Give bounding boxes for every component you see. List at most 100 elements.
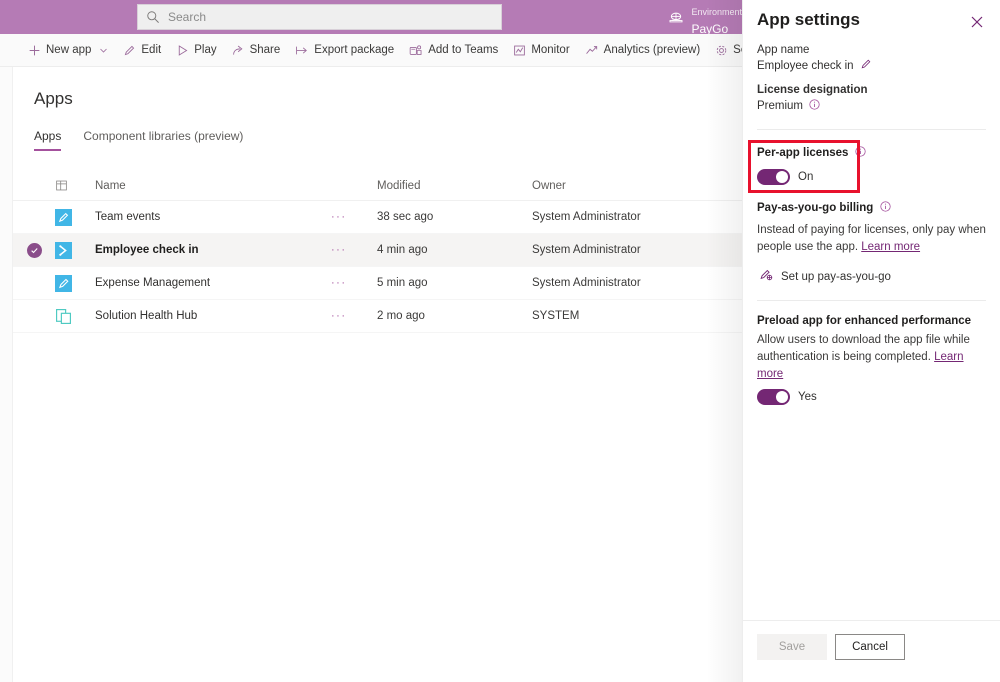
- export-package-button[interactable]: Export package: [295, 34, 394, 67]
- toggle-knob: [776, 391, 788, 403]
- paygo-description-wrap: Instead of paying for licenses, only pay…: [757, 222, 986, 255]
- preload-toggle-row: Yes: [757, 389, 986, 405]
- row-more-actions[interactable]: ···: [331, 310, 377, 322]
- search-input[interactable]: Search: [137, 4, 502, 30]
- per-app-licenses-header: Per-app licenses: [757, 144, 986, 162]
- chevron-down-icon: [99, 46, 108, 55]
- row-modified: 38 sec ago: [377, 211, 532, 223]
- paygo-section: Pay-as-you-go billing Instead of paying …: [757, 199, 986, 286]
- play-label: Play: [194, 44, 216, 56]
- info-icon[interactable]: [855, 144, 866, 162]
- app-name-value: Employee check in: [757, 60, 854, 72]
- header-modified[interactable]: Modified: [377, 180, 532, 192]
- preload-description-wrap: Allow users to download the app file whi…: [757, 332, 986, 382]
- toggle-knob: [776, 171, 788, 183]
- edit-label: Edit: [141, 44, 161, 56]
- per-app-licenses-toggle-row: On: [757, 169, 986, 185]
- tab-component-libraries-label: Component libraries (preview): [83, 129, 243, 143]
- panel-footer: Save Cancel: [743, 620, 1000, 682]
- play-button[interactable]: Play: [176, 34, 216, 67]
- canvas-app-icon: [55, 209, 85, 226]
- cancel-button[interactable]: Cancel: [835, 634, 905, 660]
- export-icon: [295, 44, 309, 57]
- app-settings-panel: App settings App name Employee check in …: [742, 0, 1000, 682]
- row-select[interactable]: [27, 243, 55, 258]
- setup-paygo-label: Set up pay-as-you-go: [781, 271, 891, 283]
- monitor-icon: [513, 44, 526, 57]
- row-more-actions[interactable]: ···: [331, 211, 377, 223]
- divider: [757, 129, 986, 130]
- model-app-icon: [55, 308, 85, 325]
- paygo-header: Pay-as-you-go billing: [757, 199, 986, 217]
- license-designation-row: Premium: [757, 97, 986, 115]
- info-icon[interactable]: [880, 199, 891, 217]
- table-row[interactable]: Expense Management ··· 5 min ago System …: [13, 267, 742, 300]
- analytics-icon: [585, 44, 599, 57]
- monitor-label: Monitor: [531, 44, 569, 56]
- table-header-row: Name Modified Owner: [13, 171, 742, 201]
- row-name[interactable]: Solution Health Hub: [85, 310, 331, 322]
- monitor-button[interactable]: Monitor: [513, 34, 569, 67]
- new-app-label: New app: [46, 44, 91, 56]
- main-content: Apps Apps Component libraries (preview) …: [13, 67, 742, 682]
- tab-apps[interactable]: Apps: [34, 129, 61, 151]
- row-modified: 5 min ago: [377, 277, 532, 289]
- per-app-licenses-toggle-label: On: [798, 171, 813, 183]
- preload-toggle-label: Yes: [798, 391, 817, 403]
- analytics-label: Analytics (preview): [604, 44, 701, 56]
- edit-button[interactable]: Edit: [123, 34, 161, 67]
- tab-apps-label: Apps: [34, 129, 61, 143]
- canvas-app-icon: [55, 275, 85, 292]
- divider: [757, 300, 986, 301]
- share-button[interactable]: Share: [232, 34, 281, 67]
- preload-header: Preload app for enhanced performance: [757, 315, 986, 327]
- canvas-app-icon: [55, 242, 85, 259]
- pencil-icon[interactable]: [860, 57, 872, 75]
- environment-label: Environment: [691, 7, 742, 17]
- setup-paygo-link[interactable]: Set up pay-as-you-go: [757, 267, 986, 286]
- row-more-actions[interactable]: ···: [331, 244, 377, 256]
- row-modified: 2 mo ago: [377, 310, 532, 322]
- row-more-actions[interactable]: ···: [331, 277, 377, 289]
- table-row[interactable]: Solution Health Hub ··· 2 mo ago SYSTEM: [13, 300, 742, 333]
- analytics-button[interactable]: Analytics (preview): [585, 34, 701, 67]
- app-root: Search Environment PayGo New app: [0, 0, 1000, 682]
- info-icon[interactable]: [809, 97, 820, 115]
- row-modified: 4 min ago: [377, 244, 532, 256]
- column-options-icon[interactable]: [55, 179, 85, 192]
- gear-icon: [715, 44, 728, 57]
- tab-component-libraries[interactable]: Component libraries (preview): [83, 129, 243, 151]
- new-app-button[interactable]: New app: [28, 34, 108, 67]
- left-rail: [0, 67, 13, 682]
- tab-list: Apps Component libraries (preview): [34, 129, 243, 151]
- apps-table: Name Modified Owner Team events ··· 38 s…: [13, 171, 742, 333]
- preload-section: Preload app for enhanced performance All…: [757, 315, 986, 405]
- preload-toggle[interactable]: [757, 389, 790, 405]
- preload-title: Preload app for enhanced performance: [757, 315, 971, 327]
- add-to-teams-button[interactable]: Add to Teams: [409, 34, 498, 67]
- row-name[interactable]: Expense Management: [85, 277, 331, 289]
- paygo-setup-icon: [759, 267, 773, 286]
- header-owner[interactable]: Owner: [532, 180, 742, 192]
- plus-icon: [28, 44, 41, 57]
- per-app-licenses-title: Per-app licenses: [757, 147, 848, 159]
- row-name[interactable]: Employee check in: [85, 244, 331, 256]
- row-name[interactable]: Team events: [85, 211, 331, 223]
- per-app-licenses-section: Per-app licenses On: [757, 144, 986, 185]
- teams-icon: [409, 44, 423, 57]
- close-icon[interactable]: [964, 9, 990, 35]
- paygo-learn-more-link[interactable]: Learn more: [861, 241, 920, 253]
- row-owner: System Administrator: [532, 244, 742, 256]
- save-button[interactable]: Save: [757, 634, 827, 660]
- table-row[interactable]: Employee check in ··· 4 min ago System A…: [13, 234, 742, 267]
- panel-header: App settings: [757, 0, 986, 35]
- row-owner: System Administrator: [532, 277, 742, 289]
- panel-body: App settings App name Employee check in …: [743, 0, 1000, 620]
- row-owner: SYSTEM: [532, 310, 742, 322]
- check-icon: [27, 243, 42, 258]
- search-icon: [146, 10, 160, 24]
- per-app-licenses-toggle[interactable]: [757, 169, 790, 185]
- table-row[interactable]: Team events ··· 38 sec ago System Admini…: [13, 201, 742, 234]
- environment-icon: [667, 11, 685, 29]
- header-name[interactable]: Name: [85, 180, 331, 192]
